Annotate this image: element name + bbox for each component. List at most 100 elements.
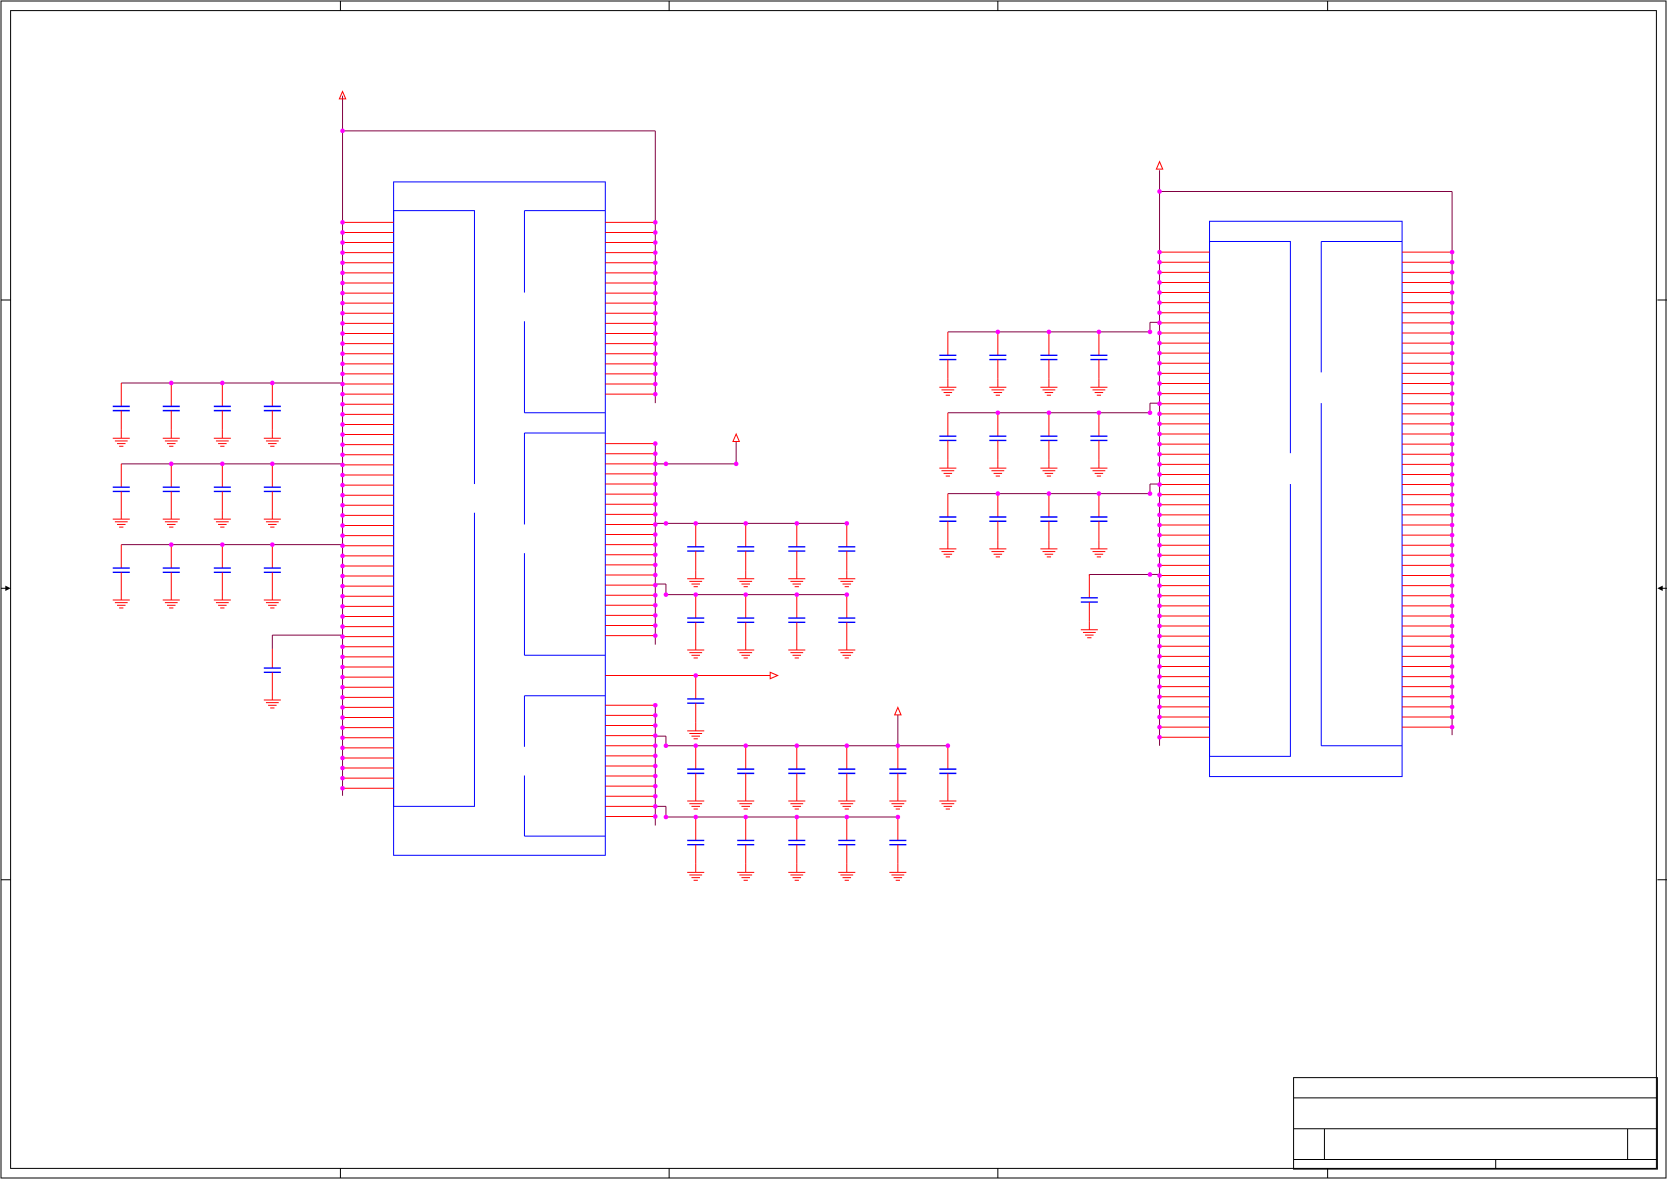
junction-dot-icon [340, 371, 345, 377]
junction-dot-icon [340, 230, 345, 235]
junction-dot-icon [1449, 522, 1455, 528]
junction-dot-icon [1157, 482, 1162, 487]
junction-dot-icon [1157, 270, 1162, 275]
junction-dot-icon [220, 380, 225, 386]
junction-dot-icon [1449, 270, 1455, 275]
junction-dot-icon [653, 471, 658, 477]
junction-dot-icon [794, 521, 800, 526]
junction-dot-icon [1157, 522, 1162, 528]
junction-dot-icon [663, 521, 669, 526]
junction-dot-icon [895, 814, 901, 820]
junction-dot-icon [1157, 492, 1162, 497]
junction-dot-icon [1449, 411, 1455, 417]
junction-dot-icon [1157, 249, 1162, 255]
junction-dot-icon [1449, 249, 1455, 255]
junction-dot-icon [653, 501, 658, 507]
junction-dot-icon [1157, 563, 1162, 568]
junction-dot-icon [340, 624, 345, 629]
junction-dot-icon [340, 725, 345, 730]
junction-dot-icon [1449, 512, 1455, 518]
junction-dot-icon [1449, 330, 1455, 336]
junction-dot-icon [220, 461, 225, 467]
junction-dot-icon [1157, 623, 1162, 629]
junction-dot-icon [653, 260, 658, 266]
junction-dot-icon [1157, 290, 1162, 295]
junction-dot-icon [844, 521, 850, 526]
junction-dot-icon [1157, 542, 1162, 548]
junction-dot-icon [340, 462, 345, 468]
junction-dot-icon [1157, 411, 1162, 417]
junction-dot-icon [1449, 553, 1455, 558]
junction-dot-icon [1449, 654, 1455, 659]
junction-dot-icon [653, 371, 658, 377]
junction-dot-icon [1157, 330, 1162, 336]
junction-dot-icon [1157, 502, 1162, 508]
junction-dot-icon [1449, 633, 1455, 639]
junction-dot-icon [794, 743, 800, 749]
junction-dot-icon [1157, 643, 1162, 649]
junction-dot-icon [1449, 431, 1455, 437]
inner-border [10, 10, 1657, 1169]
junction-dot-icon [1147, 491, 1153, 496]
junction-dot-icon [995, 410, 1001, 416]
junction-dot-icon [844, 814, 850, 820]
junction-dot-icon [1449, 421, 1455, 427]
junction-dot-icon [743, 743, 749, 749]
junction-dot-icon [653, 603, 658, 608]
junction-dot-icon [1449, 714, 1455, 720]
ic-body-left [393, 181, 606, 856]
junction-dot-icon [1096, 491, 1102, 496]
junction-dot-icon [693, 814, 699, 820]
junction-dot-icon [220, 542, 225, 547]
junction-dot-icon [663, 461, 669, 467]
junction-dot-icon [653, 491, 658, 497]
junction-dot-icon [1449, 441, 1455, 447]
junction-dot-icon [340, 422, 345, 427]
sheet-frame [0, 0, 1667, 1179]
junction-dot-icon [1449, 542, 1455, 548]
junction-dot-icon [1449, 664, 1455, 669]
junction-dot-icon [653, 230, 658, 235]
junction-dot-icon [653, 331, 658, 336]
junction-dot-icon [653, 310, 658, 316]
junction-dot-icon [693, 592, 699, 597]
junction-dot-icon [653, 753, 658, 759]
junction-dot-icon [1157, 553, 1162, 558]
junction-dot-icon [653, 250, 658, 255]
junction-dot-icon [1157, 532, 1162, 538]
junction-dot-icon [340, 745, 345, 751]
junction-dot-icon [995, 329, 1001, 335]
pin-stubs [342, 221, 1453, 817]
junction-dot-icon [1157, 734, 1162, 740]
junction-dot-icon [693, 521, 699, 526]
junction-dot-icon [340, 785, 345, 791]
junction-dot-icon [1157, 350, 1162, 356]
junction-dot-icon [653, 562, 658, 568]
junction-dot-icon [653, 723, 658, 728]
junction-dot-icon [340, 442, 345, 447]
junction-dot-icon [743, 521, 749, 526]
junction-dot-icon [653, 512, 658, 517]
ic-bank-right-a [1209, 240, 1291, 757]
junction-dot-icon [1449, 259, 1455, 265]
junction-dot-icon [653, 532, 658, 537]
junction-dot-icon [270, 542, 275, 547]
junction-dot-icon [653, 743, 658, 749]
junction-dot-icon [794, 592, 800, 597]
junction-dot-icon [1157, 360, 1162, 366]
junction-dot-icon [340, 361, 345, 367]
junction-dot-icon [1046, 329, 1052, 335]
junction-dot-icon [1449, 492, 1455, 497]
junction-dot-icon [340, 310, 345, 316]
junction-dot-icon [653, 703, 658, 708]
junction-dot-icon [1096, 329, 1102, 335]
junction-dot-icon [340, 664, 345, 670]
junction-dot-icon [1157, 573, 1162, 578]
junction-dot-icon [340, 573, 345, 579]
junction-dot-icon [340, 523, 345, 528]
junction-dot-icon [340, 533, 345, 538]
power-port-icon [893, 706, 902, 716]
junction-dot-icon [1157, 431, 1162, 437]
junction-dot-icon [1449, 290, 1455, 295]
junction-dot-icon [653, 633, 658, 638]
